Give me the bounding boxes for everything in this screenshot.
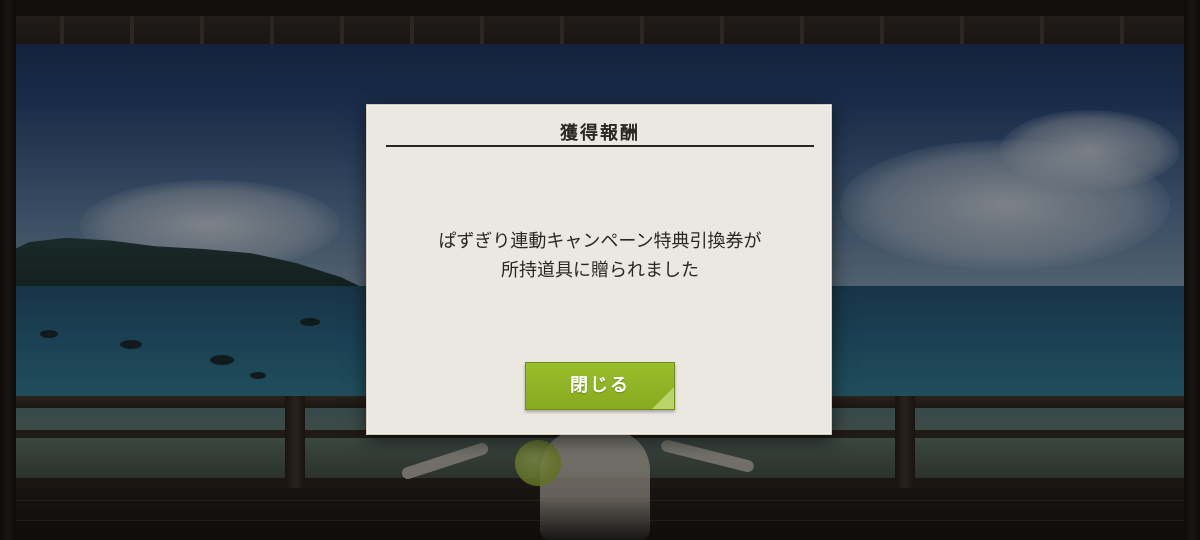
dialog-title: 獲得報酬	[560, 123, 640, 144]
close-button[interactable]: 閉じる	[525, 362, 675, 410]
corner-fold-icon	[652, 387, 674, 409]
dialog-message: ぱずぎり連動キャンペーン特典引換券が 所持道具に贈られました	[367, 227, 833, 285]
message-line-1: ぱずぎり連動キャンペーン特典引換券が	[438, 231, 762, 252]
title-divider	[386, 145, 814, 147]
game-scene: 獲得報酬 ぱずぎり連動キャンペーン特典引換券が 所持道具に贈られました 閉じる	[0, 0, 1200, 540]
reward-dialog: 獲得報酬 ぱずぎり連動キャンペーン特典引換券が 所持道具に贈られました 閉じる	[366, 104, 832, 435]
message-line-2: 所持道具に贈られました	[501, 260, 699, 281]
